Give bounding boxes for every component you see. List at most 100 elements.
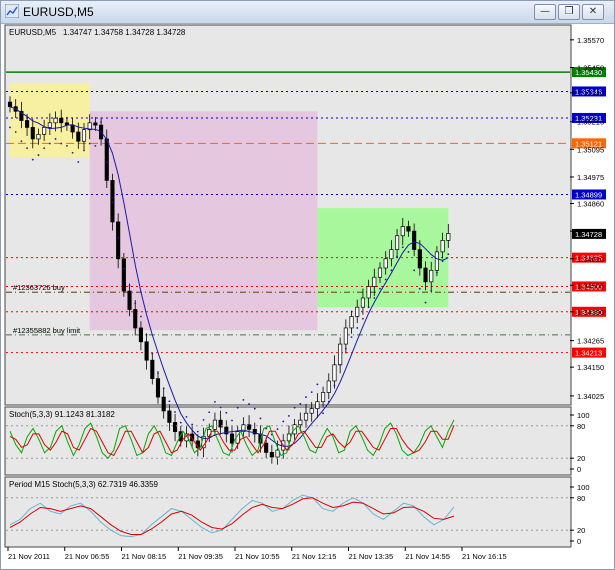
candle — [309, 408, 314, 414]
sar-dot — [134, 302, 137, 305]
candle — [110, 180, 115, 223]
candle — [7, 101, 13, 108]
candle — [377, 267, 383, 278]
sar-dot — [231, 419, 233, 422]
y-tick-label: 1.35215 — [577, 118, 604, 127]
candle — [76, 131, 81, 142]
x-tick-label: 21 Nov 14:55 — [405, 552, 450, 561]
sar-dot — [100, 121, 102, 123]
y-tick-label: 1.34860 — [577, 199, 604, 208]
sar-dot — [77, 161, 80, 163]
candle — [383, 258, 388, 269]
y-tick-label: 1.34150 — [577, 363, 604, 372]
candle — [70, 124, 75, 133]
sar-dot — [339, 363, 342, 366]
sar-dot — [54, 138, 57, 140]
candle — [36, 133, 41, 140]
sar-dot — [288, 415, 290, 417]
sar-dot — [145, 334, 148, 336]
candle — [372, 276, 377, 287]
sar-dot — [71, 151, 74, 154]
m15-stoch-tick-label: 20 — [577, 526, 585, 535]
order-label: #12355882 buy limit — [13, 326, 81, 335]
sar-dot — [111, 201, 114, 204]
current-price-tag: 1.34728 — [572, 228, 606, 239]
x-tick-label: 21 Nov 2011 — [8, 552, 50, 561]
candle — [389, 249, 394, 260]
svg-text:1.34728: 1.34728 — [575, 230, 602, 239]
sar-dot — [214, 400, 216, 403]
candle — [446, 233, 451, 241]
m15-stoch-tick-label: 0 — [577, 537, 581, 546]
sar-dot — [219, 406, 222, 409]
sar-dot — [242, 398, 245, 401]
candle — [144, 341, 149, 361]
sar-dot — [48, 142, 51, 145]
x-tick-label: 21 Nov 08:15 — [122, 552, 167, 561]
candle — [81, 129, 87, 142]
candle — [434, 251, 439, 271]
m15-stoch-tick-label: 80 — [577, 494, 585, 503]
candle — [303, 412, 309, 421]
sar-dot — [117, 236, 120, 239]
zone-1 — [89, 111, 318, 331]
candle — [229, 433, 235, 444]
sar-dot — [168, 400, 171, 403]
candle — [400, 226, 405, 237]
sar-dot — [66, 144, 68, 147]
x-tick-label: 21 Nov 06:55 — [65, 552, 110, 561]
candle — [321, 392, 326, 403]
chart-area[interactable]: 1.354301.353461.352311.351211.348991.346… — [1, 23, 614, 569]
sar-dot — [196, 430, 199, 433]
sar-dot — [83, 149, 85, 152]
sar-dot — [157, 372, 159, 375]
sar-dot — [356, 327, 359, 329]
sar-dot — [379, 287, 381, 290]
x-tick-label: 21 Nov 09:35 — [178, 552, 223, 561]
sar-dot — [60, 142, 63, 145]
stoch-tick-label: 80 — [577, 422, 585, 431]
sar-dot — [327, 400, 330, 403]
sar-dot — [37, 154, 40, 156]
y-tick-label: 1.35095 — [577, 145, 604, 154]
sar-dot — [43, 147, 46, 150]
sar-dot — [128, 284, 131, 287]
candle — [366, 286, 371, 299]
candle — [121, 258, 126, 292]
sar-dot — [436, 271, 438, 274]
sar-dot — [390, 269, 393, 272]
y-tick-label: 1.34505 — [577, 281, 604, 290]
x-tick-label: 21 Nov 12:15 — [292, 552, 337, 561]
order-label: #12363726 buy — [13, 283, 65, 292]
sar-dot — [401, 246, 404, 249]
chart-window: EURUSD,M5 — ❐ ✕ 1.35430 1.35346 1.35231 1.3… — [0, 0, 615, 570]
stoch-tick-label: 20 — [577, 454, 585, 463]
title-bar[interactable]: EURUSD,M5 — ❐ ✕ — [1, 1, 614, 24]
candle — [440, 240, 445, 253]
candle — [315, 401, 320, 409]
candle — [161, 396, 166, 412]
restore-button[interactable]: ❐ — [558, 4, 580, 20]
sar-dot — [424, 301, 427, 304]
sar-dot — [140, 315, 142, 318]
minimize-button[interactable]: — — [534, 4, 556, 20]
sar-dot — [396, 255, 398, 258]
candle — [355, 306, 360, 317]
candle — [429, 269, 434, 283]
candle — [326, 380, 331, 393]
y-tick-label: 1.35450 — [577, 63, 604, 72]
close-button[interactable]: ✕ — [582, 4, 604, 20]
sar-dot — [447, 253, 450, 256]
level-tag-label: 1.34213 — [575, 349, 602, 358]
y-tick-label: 1.34390 — [577, 308, 604, 317]
sar-dot — [316, 383, 319, 386]
sar-dot — [293, 406, 296, 409]
candle — [150, 359, 155, 379]
sar-dot — [14, 131, 17, 133]
sar-dot — [26, 147, 28, 150]
sar-dot — [191, 423, 194, 426]
sar-dot — [310, 391, 313, 394]
candle — [42, 127, 47, 135]
sar-dot — [276, 428, 279, 431]
sar-dot — [20, 140, 23, 143]
